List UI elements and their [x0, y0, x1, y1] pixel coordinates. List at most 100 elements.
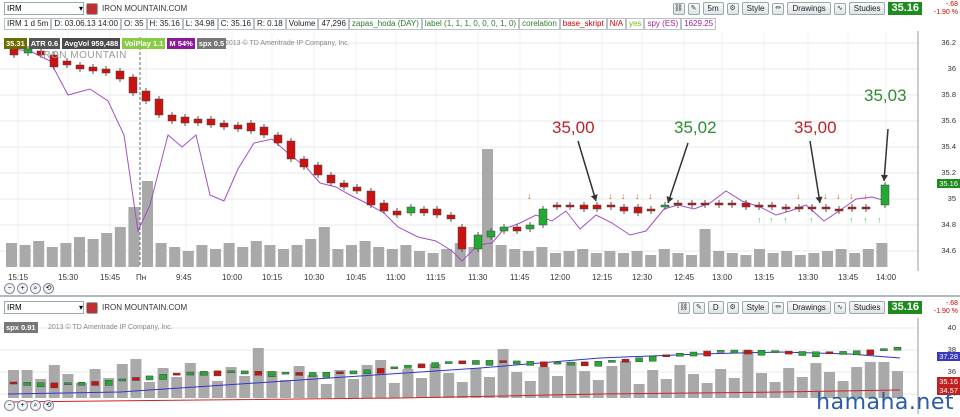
link-icon[interactable]: ⛓: [677, 301, 690, 314]
upper-chart-toolbar: IRM ▾ IRON MOUNTAIN.COM ⛓ ✎ 5m ⚙ Style ✏ …: [0, 0, 960, 17]
candle-body: [128, 76, 138, 94]
candle-body: [50, 382, 59, 389]
volume-bar: [278, 249, 289, 267]
candle-body: [633, 206, 643, 214]
study-tag[interactable]: 35.31: [4, 38, 27, 49]
drawings-button-lower[interactable]: Drawings: [787, 301, 831, 314]
zoom-in-icon[interactable]: +: [17, 283, 28, 294]
time-label: Пн: [136, 273, 147, 282]
change-value: -.68: [945, 1, 958, 8]
info-cell: 47,296: [318, 17, 349, 30]
volume-bar: [196, 245, 208, 267]
volume-bar: [416, 378, 427, 398]
style-button-lower[interactable]: Style: [741, 301, 770, 314]
drawings-button[interactable]: Drawings: [787, 2, 831, 15]
study-tag[interactable]: ATR 0.6: [28, 38, 61, 49]
zoom-fit-icon[interactable]: ⌕: [30, 283, 41, 294]
sell-arrow-icon: ↓: [527, 191, 532, 201]
candle-body: [703, 350, 711, 357]
study-tag[interactable]: spx 0.5: [196, 38, 227, 49]
price-annotation: 35,00: [552, 118, 595, 137]
time-label: 11:30: [468, 273, 488, 282]
volume-bar: [33, 241, 45, 267]
pencil-icon[interactable]: ✏: [772, 301, 785, 314]
company-watermark: IRON MOUNTAIN: [40, 50, 127, 61]
volume-bar: [388, 383, 400, 398]
studies-button[interactable]: Studies: [848, 2, 886, 15]
volume-bar: [726, 253, 738, 267]
panel-separator[interactable]: [0, 295, 960, 297]
style-button[interactable]: Style: [741, 2, 770, 15]
candle-body: [552, 204, 562, 208]
lower-zoom-controls: − + ⌕ ⟲: [4, 400, 54, 411]
price-annotation: 35,03: [864, 86, 907, 105]
volume-bar: [198, 372, 210, 398]
pencil-icon[interactable]: ✏: [772, 2, 785, 15]
volume-bar: [169, 247, 181, 267]
period-button-lower[interactable]: D: [707, 301, 724, 314]
volume-bar: [563, 251, 575, 267]
volume-bar: [620, 361, 631, 398]
volume-bar: [631, 251, 643, 267]
volume-bar: [223, 243, 235, 267]
candle-body: [473, 234, 483, 250]
candle-body: [579, 204, 589, 210]
wrench-icon[interactable]: ✎: [692, 301, 705, 314]
dropdown-arrow-icon[interactable]: ▾: [79, 302, 83, 313]
time-label: 14:00: [876, 273, 897, 282]
zoom-fit-icon[interactable]: ⌕: [30, 400, 41, 411]
volume-bar: [522, 251, 534, 267]
dropdown-arrow-icon[interactable]: ▾: [79, 3, 83, 14]
candle-body: [446, 214, 456, 220]
symbol-input-lower[interactable]: IRM ▾: [4, 301, 84, 314]
symbol-input[interactable]: IRM ▾: [4, 2, 84, 15]
volume-bar: [849, 253, 861, 267]
candle-body: [417, 363, 426, 369]
candle-body: [457, 226, 467, 250]
volume-bar: [318, 227, 330, 267]
zoom-reset-icon[interactable]: ⟲: [43, 283, 54, 294]
candle-body: [834, 208, 844, 212]
study-tag[interactable]: VolPlay 1.1: [122, 38, 166, 49]
candle-body: [406, 206, 416, 214]
sell-arrow-icon: ↓: [863, 191, 868, 201]
zoom-reset-icon[interactable]: ⟲: [43, 400, 54, 411]
studies-button-lower[interactable]: Studies: [848, 301, 886, 314]
lower-study-tag: spx 0.91: [4, 322, 38, 333]
candle-body: [88, 66, 98, 72]
volume-bar: [660, 379, 672, 398]
upper-price-chart[interactable]: ↓ ↓ ↓ ↓ ↓ ↓ ↓ ↓ ↓ ↓ ↑ ↑ ↑ ↑ ↑ ↑ ↑: [0, 31, 960, 293]
wrench-icon[interactable]: ✎: [687, 2, 700, 15]
volume-bar: [470, 368, 482, 398]
volume-bar: [142, 181, 153, 267]
volume-bar: [672, 253, 684, 267]
period-button[interactable]: 5m: [702, 2, 724, 15]
time-label: 11:15: [426, 273, 446, 282]
study-tag[interactable]: M 54%: [167, 38, 195, 49]
study-tag[interactable]: AvgVol 959,488: [62, 38, 121, 49]
candle-body: [676, 353, 684, 357]
studies-icon[interactable]: ∿: [833, 2, 846, 15]
zoom-out-icon[interactable]: −: [4, 283, 15, 294]
price-label: 36: [947, 64, 956, 73]
volume-bar: [427, 253, 439, 267]
volume-bar: [592, 380, 604, 398]
zoom-in-icon[interactable]: +: [17, 400, 28, 411]
volume-bar: [633, 384, 645, 398]
candle-body: [866, 349, 875, 356]
link-icon[interactable]: ⛓: [672, 2, 685, 15]
volume-bar: [359, 241, 371, 267]
zoom-out-icon[interactable]: −: [4, 400, 15, 411]
volume-bar: [19, 245, 31, 267]
price-change-lower: -.68 -1.90 %: [934, 300, 958, 316]
gear-icon[interactable]: ⚙: [726, 2, 739, 15]
candle-body: [141, 90, 151, 102]
volume-bar: [6, 243, 17, 267]
volume-bar: [538, 367, 550, 398]
price-label: 34.8: [941, 220, 956, 229]
site-watermark: hamaha.net: [816, 390, 954, 415]
volume-bar: [101, 233, 113, 267]
studies-icon[interactable]: ∿: [833, 301, 846, 314]
gear-icon[interactable]: ⚙: [726, 301, 739, 314]
volume-bar: [699, 229, 711, 267]
